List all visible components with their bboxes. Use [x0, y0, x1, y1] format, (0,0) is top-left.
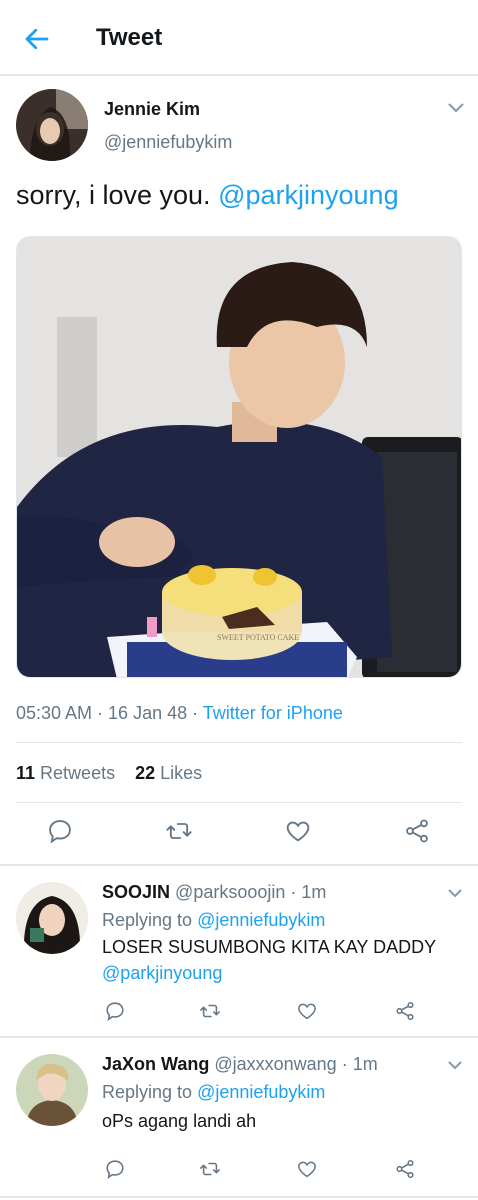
heart-icon	[298, 1003, 316, 1020]
retweet-button[interactable]	[164, 816, 194, 846]
reply-author-name[interactable]: JaXon Wang	[102, 1054, 209, 1074]
client-link[interactable]: Twitter for iPhone	[203, 703, 343, 723]
reply-header: JaXon Wang @jaxxxonwang · 1m	[102, 1054, 378, 1075]
replying-to: Replying to @jenniefubykim	[102, 910, 325, 931]
reply-icon	[49, 820, 71, 844]
like-button[interactable]	[283, 816, 313, 846]
replying-to-link[interactable]: @jenniefubykim	[197, 910, 325, 930]
reply-text: LOSER SUSUMBONG KITA KAY DADDY @parkjinyo…	[102, 934, 436, 986]
avatar[interactable]	[16, 1054, 88, 1126]
replying-to-link[interactable]: @jenniefubykim	[197, 1082, 325, 1102]
like-button[interactable]	[292, 1154, 322, 1184]
divider	[0, 1196, 478, 1198]
share-button[interactable]	[390, 996, 420, 1026]
mention-link[interactable]: @parkjinyoung	[218, 180, 399, 210]
retweet-button[interactable]	[195, 996, 225, 1026]
heart-icon	[286, 821, 310, 842]
chevron-down-icon	[448, 103, 464, 113]
retweet-icon	[200, 1162, 220, 1176]
more-options-button[interactable]	[446, 886, 464, 900]
reply-body: LOSER SUSUMBONG KITA KAY DADDY	[102, 937, 437, 957]
avatar-image	[16, 1054, 88, 1126]
reply-button[interactable]	[45, 816, 75, 846]
tweet-stats: 11 Retweets 22 Likes	[16, 763, 202, 784]
chevron-down-icon	[448, 889, 462, 898]
reply-button[interactable]	[100, 1154, 130, 1184]
avatar-image	[16, 882, 88, 954]
divider	[16, 742, 462, 743]
more-options-button[interactable]	[446, 100, 466, 116]
tweet-body: sorry, i love you.	[16, 180, 219, 210]
reply-handle-time[interactable]: @parksooojin · 1m	[175, 882, 326, 902]
share-button[interactable]	[402, 816, 432, 846]
chevron-down-icon	[448, 1061, 462, 1070]
tweet-actions	[0, 816, 478, 856]
back-button[interactable]	[20, 22, 54, 56]
share-icon	[406, 819, 428, 843]
more-options-button[interactable]	[446, 1058, 464, 1072]
mention-link[interactable]: @parkjinyoung	[102, 963, 222, 983]
reply-icon	[106, 1160, 124, 1179]
divider	[0, 1036, 478, 1038]
arrow-left-icon	[25, 28, 49, 50]
avatar-image	[16, 89, 88, 161]
avatar[interactable]	[16, 882, 88, 954]
photo-image: SWEET POTATO CAKE	[17, 237, 461, 677]
replying-prefix: Replying to	[102, 910, 198, 930]
retweet-icon	[200, 1004, 220, 1018]
reply-author-name[interactable]: SOOJIN	[102, 882, 170, 902]
tweet-photo[interactable]: SWEET POTATO CAKE	[16, 236, 462, 678]
retweet-icon	[166, 823, 192, 839]
reply-button[interactable]	[100, 996, 130, 1026]
divider	[16, 802, 462, 803]
reply-icon	[106, 1002, 124, 1021]
author-name[interactable]: Jennie Kim	[104, 99, 200, 120]
tweet-timestamp: 05:30 AM · 16 Jan 48 ·	[16, 703, 203, 723]
tweet-text: sorry, i love you. @parkjinyoung	[16, 180, 399, 211]
page-title: Tweet	[96, 24, 163, 51]
author-handle[interactable]: @jenniefubykim	[104, 132, 232, 153]
top-bar: Tweet	[0, 0, 478, 76]
reply-header: SOOJIN @parksooojin · 1m	[102, 882, 326, 903]
replying-prefix: Replying to	[102, 1082, 198, 1102]
tweet-meta: 05:30 AM · 16 Jan 48 · Twitter for iPhon…	[16, 703, 343, 724]
reply-text: oPs agang landi ah	[102, 1111, 257, 1131]
reply-handle-time[interactable]: @jaxxxonwang · 1m	[214, 1054, 377, 1074]
cake-label: SWEET POTATO CAKE	[217, 633, 299, 642]
retweets-count[interactable]: 11	[16, 763, 35, 783]
like-button[interactable]	[292, 996, 322, 1026]
replying-to: Replying to @jenniefubykim	[102, 1082, 325, 1103]
share-icon	[396, 1001, 414, 1021]
avatar[interactable]	[16, 89, 88, 161]
divider	[0, 864, 478, 866]
share-icon	[396, 1159, 414, 1179]
heart-icon	[298, 1161, 316, 1178]
likes-label[interactable]: Likes	[160, 763, 202, 783]
likes-count[interactable]: 22	[135, 763, 155, 783]
retweet-button[interactable]	[195, 1154, 225, 1184]
retweets-label[interactable]: Retweets	[40, 763, 115, 783]
share-button[interactable]	[390, 1154, 420, 1184]
